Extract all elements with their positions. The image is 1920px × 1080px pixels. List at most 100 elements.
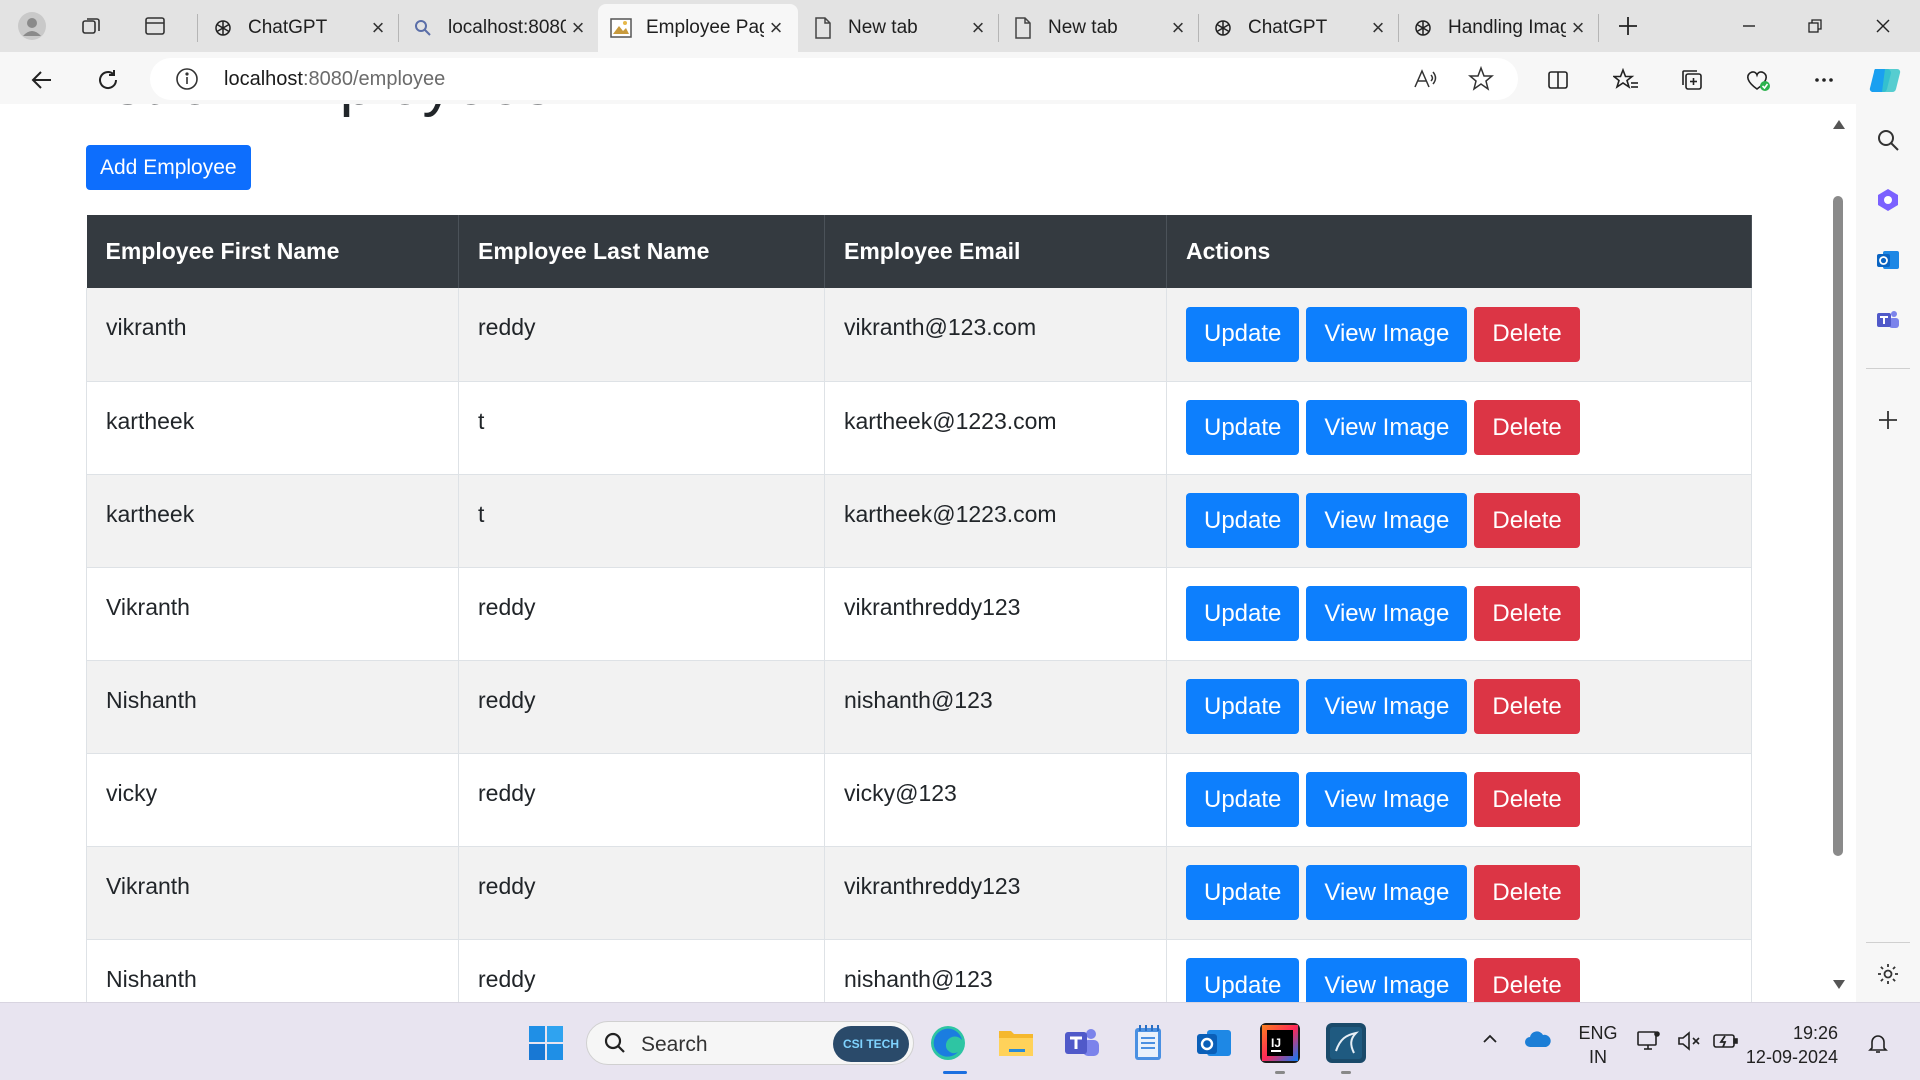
delete-button[interactable]: Delete — [1474, 400, 1580, 455]
close-window-icon[interactable] — [1850, 0, 1916, 52]
close-icon[interactable]: × — [1366, 15, 1390, 40]
delete-button[interactable]: Delete — [1474, 306, 1580, 362]
split-screen-icon[interactable] — [1536, 60, 1580, 100]
clock-date[interactable]: 12-09-2024 — [1746, 1047, 1838, 1068]
notepad-icon[interactable] — [1128, 1023, 1168, 1063]
workspaces-icon[interactable] — [72, 7, 112, 45]
volume-muted-icon[interactable] — [1676, 1029, 1702, 1058]
update-button[interactable]: Update — [1186, 306, 1300, 362]
delete-button[interactable]: Delete — [1474, 958, 1580, 1002]
update-button[interactable]: Update — [1186, 679, 1300, 734]
view-image-button[interactable]: View Image — [1306, 865, 1468, 920]
update-button[interactable]: Update — [1186, 586, 1300, 641]
page-scrollbar[interactable] — [1826, 110, 1850, 1000]
battery-charging-icon[interactable] — [1712, 1029, 1740, 1058]
tab-employee-page[interactable]: Employee Page × — [598, 4, 798, 52]
favorite-star-icon[interactable] — [1467, 65, 1495, 97]
file-explorer-icon[interactable] — [996, 1023, 1036, 1063]
browser-essentials-icon[interactable] — [1736, 60, 1780, 100]
clock-time[interactable]: 19:26 — [1793, 1023, 1838, 1044]
close-icon[interactable]: × — [966, 15, 990, 40]
sidebar-search-icon[interactable] — [1870, 122, 1906, 158]
edge-browser-icon[interactable] — [928, 1023, 968, 1063]
page-viewport: List of Employees Add Employee Employee … — [7, 104, 1851, 1002]
add-sidebar-app-icon[interactable] — [1870, 402, 1906, 438]
view-image-button[interactable]: View Image — [1306, 400, 1468, 455]
tab-handling-images[interactable]: Handling Images × — [1400, 4, 1600, 52]
outlook-icon[interactable] — [1870, 242, 1906, 278]
tab-chatgpt-2[interactable]: ChatGPT × — [1200, 4, 1400, 52]
update-button[interactable]: Update — [1186, 772, 1300, 827]
close-icon[interactable]: × — [366, 15, 390, 40]
new-tab-icon[interactable] — [1608, 7, 1648, 45]
restore-icon[interactable] — [1782, 0, 1848, 52]
read-aloud-icon[interactable] — [1412, 66, 1438, 97]
view-image-button[interactable]: View Image — [1306, 493, 1468, 548]
email-cell: kartheek@1223.com — [824, 474, 1167, 568]
view-image-button[interactable]: View Image — [1306, 772, 1468, 827]
chatgpt-icon — [1412, 17, 1434, 39]
tab-new-2[interactable]: New tab × — [1000, 4, 1200, 52]
view-image-button[interactable]: View Image — [1306, 958, 1468, 1002]
collections-icon[interactable] — [1670, 60, 1714, 100]
address-bar[interactable]: localhost:8080/employee — [150, 58, 1518, 100]
last-name-cell: reddy — [458, 660, 825, 754]
url-text[interactable]: localhost:8080/employee — [224, 68, 445, 91]
add-employee-button[interactable]: Add Employee — [86, 145, 251, 190]
update-button[interactable]: Update — [1186, 958, 1300, 1002]
close-icon[interactable]: × — [1566, 15, 1590, 40]
copilot-icon[interactable] — [1864, 60, 1908, 100]
language-indicator[interactable]: ENG — [1578, 1023, 1618, 1044]
tab-new-1[interactable]: New tab × — [800, 4, 1000, 52]
profile-icon[interactable] — [12, 7, 52, 45]
scroll-down-arrow-icon[interactable] — [1833, 980, 1845, 989]
first-name-cell: Nishanth — [86, 660, 459, 754]
copilot-sidebar-icon[interactable] — [1870, 182, 1906, 218]
favorites-icon[interactable] — [1604, 60, 1648, 100]
tab-localhost[interactable]: localhost:8080 × — [400, 4, 600, 52]
last-name-cell: reddy — [458, 753, 825, 847]
close-icon[interactable]: × — [764, 15, 788, 40]
refresh-icon[interactable] — [86, 60, 130, 100]
image-icon — [610, 17, 632, 39]
actions-cell: Update View Image Delete — [1166, 753, 1752, 847]
delete-button[interactable]: Delete — [1474, 493, 1580, 548]
teams-icon[interactable] — [1870, 302, 1906, 338]
onedrive-cloud-icon[interactable] — [1524, 1029, 1552, 1054]
intellij-idea-icon[interactable]: IJ — [1260, 1023, 1300, 1063]
actions-cell: Update View Image Delete — [1166, 288, 1752, 382]
view-image-button[interactable]: View Image — [1306, 679, 1468, 734]
scroll-up-arrow-icon[interactable] — [1833, 120, 1845, 129]
tab-title: ChatGPT — [1248, 17, 1328, 38]
scrollbar-thumb[interactable] — [1833, 196, 1843, 856]
notifications-bell-icon[interactable] — [1866, 1031, 1890, 1060]
windows-start-icon[interactable] — [526, 1023, 566, 1063]
minimize-icon[interactable] — [1716, 0, 1782, 52]
view-image-button[interactable]: View Image — [1306, 586, 1468, 641]
delete-button[interactable]: Delete — [1474, 679, 1580, 734]
tab-actions-icon[interactable] — [135, 7, 175, 45]
taskbar-search[interactable]: Search CSI TECH — [586, 1021, 914, 1065]
update-button[interactable]: Update — [1186, 400, 1300, 455]
outlook-app-icon[interactable] — [1194, 1023, 1234, 1063]
delete-button[interactable]: Delete — [1474, 772, 1580, 827]
delete-button[interactable]: Delete — [1474, 865, 1580, 920]
region-indicator[interactable]: IN — [1578, 1047, 1618, 1068]
sidebar-settings-icon[interactable] — [1870, 956, 1906, 992]
close-icon[interactable]: × — [566, 15, 590, 40]
update-button[interactable]: Update — [1186, 865, 1300, 920]
back-icon[interactable] — [20, 60, 64, 100]
more-options-icon[interactable] — [1802, 60, 1846, 100]
view-image-button[interactable]: View Image — [1306, 306, 1468, 362]
delete-button[interactable]: Delete — [1474, 586, 1580, 641]
table-row: kartheek t kartheek@1223.com Update View… — [86, 381, 1752, 475]
mysql-workbench-icon[interactable] — [1326, 1023, 1366, 1063]
site-info-icon[interactable] — [174, 66, 200, 97]
network-icon[interactable] — [1636, 1029, 1662, 1058]
tab-chatgpt-1[interactable]: ChatGPT × — [200, 4, 400, 52]
show-hidden-icons-chevron-icon[interactable] — [1480, 1029, 1500, 1054]
teams-app-icon[interactable] — [1062, 1023, 1102, 1063]
column-header-last-name: Employee Last Name — [458, 215, 825, 288]
close-icon[interactable]: × — [1166, 15, 1190, 40]
update-button[interactable]: Update — [1186, 493, 1300, 548]
